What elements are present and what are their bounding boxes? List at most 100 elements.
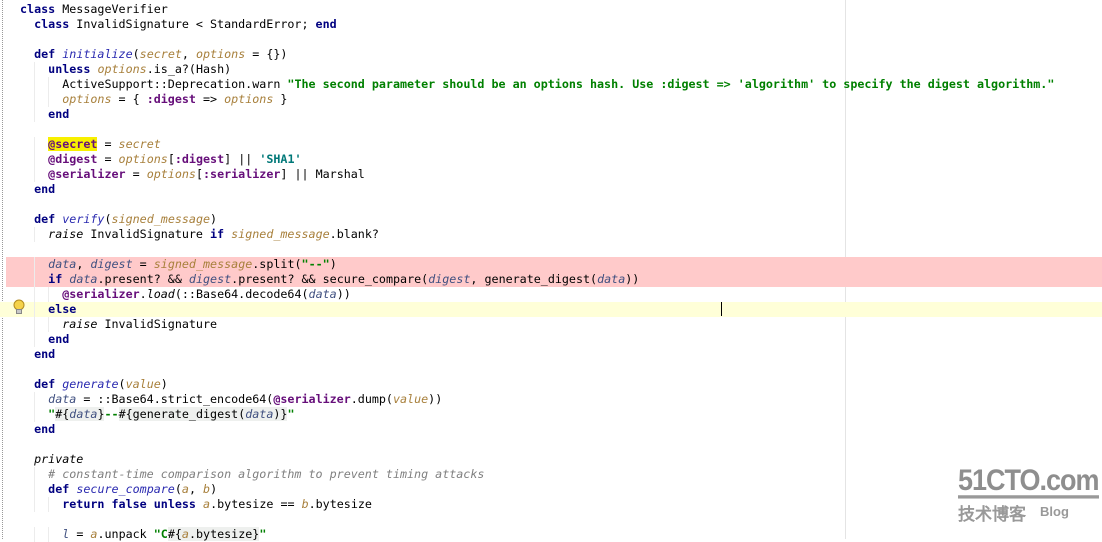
text-caret [721, 302, 722, 316]
code-line[interactable] [0, 197, 1102, 212]
code-token: , generate_digest( [470, 272, 598, 286]
indent-guide [48, 77, 49, 92]
code-token: value [392, 392, 429, 406]
code-line[interactable] [0, 512, 1102, 527]
code-line[interactable]: # constant-time comparison algorithm to … [0, 467, 1102, 482]
code-line[interactable]: private [0, 452, 1102, 467]
code-token: " [287, 407, 295, 421]
indent-guide [34, 287, 35, 302]
lightbulb-icon[interactable] [12, 299, 26, 315]
code-token: = [132, 257, 154, 271]
code-token: def [34, 212, 56, 226]
code-token: :serializer [203, 167, 281, 181]
indent-guide [34, 527, 35, 542]
watermark-logo: 51CTO.com 技术博客 Blog [958, 464, 1100, 525]
code-line[interactable]: @serializer.load(::Base64.decode64(data)… [0, 287, 1102, 302]
code-line[interactable]: end [0, 422, 1102, 437]
code-line[interactable]: end [0, 332, 1102, 347]
code-line[interactable]: return false unless a.bytesize == b.byte… [0, 497, 1102, 512]
indent-guide [34, 302, 35, 317]
code-token: ActiveSupport::Deprecation.warn [62, 77, 288, 91]
code-token: value [125, 377, 161, 391]
code-token: @digest [48, 152, 98, 166]
code-line[interactable]: unless options.is_a?(Hash) [0, 62, 1102, 77]
watermark-sub: 技术博客 [958, 505, 1026, 525]
code-token: class [20, 2, 56, 16]
code-line[interactable]: "#{data}--#{generate_digest(data)}" [0, 407, 1102, 422]
code-token: unless [153, 497, 196, 511]
code-line[interactable]: end [0, 182, 1102, 197]
indent-guide [34, 167, 35, 182]
code-token: if [210, 227, 225, 241]
code-token: digest [90, 257, 133, 271]
code-token: ( [104, 212, 112, 226]
indent-guide [34, 332, 35, 347]
code-line[interactable]: class MessageVerifier [0, 2, 1102, 17]
indent-guide [34, 227, 35, 242]
code-line[interactable]: class InvalidSignature < StandardError; … [0, 17, 1102, 32]
code-line[interactable] [0, 437, 1102, 452]
code-token: false [111, 497, 147, 511]
code-token: .dump( [350, 392, 393, 406]
code-token: (::Base64.decode64( [174, 287, 309, 301]
code-line[interactable]: raise InvalidSignature if signed_message… [0, 227, 1102, 242]
code-token: InvalidSignature [97, 317, 218, 331]
code-token: .is_a?(Hash) [146, 62, 232, 76]
code-line[interactable]: @secret = secret [0, 137, 1102, 152]
code-line[interactable]: ActiveSupport::Deprecation.warn "The sec… [0, 77, 1102, 92]
code-line[interactable] [0, 32, 1102, 47]
code-line[interactable]: raise InvalidSignature [0, 317, 1102, 332]
code-token: signed_message [231, 227, 330, 241]
code-line[interactable]: @digest = options[:digest] || 'SHA1' [0, 152, 1102, 167]
code-token: end [315, 17, 337, 31]
code-line[interactable]: data, digest = signed_message.split("--"… [6, 257, 1102, 272]
code-line[interactable] [0, 122, 1102, 137]
code-token: options [195, 47, 246, 61]
code-editor[interactable]: class MessageVerifier class InvalidSigna… [0, 2, 1102, 542]
indent-guide [48, 527, 49, 542]
code-token: options [118, 152, 168, 166]
code-token: ) [329, 257, 337, 271]
code-token: #{ [55, 407, 70, 421]
indent-guide [34, 482, 35, 497]
code-line[interactable]: if data.present? && digest.present? && s… [6, 272, 1102, 287]
code-line[interactable]: else [0, 302, 1102, 317]
code-line[interactable]: options = { :digest => options } [0, 92, 1102, 107]
code-line[interactable] [0, 242, 1102, 257]
code-token: signed_message [111, 212, 211, 226]
code-token: ) [160, 377, 168, 391]
code-token: , [181, 47, 196, 61]
code-token: verify [62, 212, 105, 226]
code-line[interactable]: def verify(signed_message) [0, 212, 1102, 227]
code-line[interactable]: l = a.unpack "C#{a.bytesize}" [0, 527, 1102, 542]
code-line[interactable]: end [0, 347, 1102, 362]
code-token: ) [210, 212, 218, 226]
code-line[interactable]: def generate(value) [0, 377, 1102, 392]
code-token: class [34, 17, 70, 31]
code-line[interactable]: def initialize(secret, options = {}) [0, 47, 1102, 62]
watermark-main: 51CTO.com [958, 464, 1100, 499]
code-token: end [34, 182, 56, 196]
code-line[interactable]: data = ::Base64.strict_encode64(@seriali… [0, 392, 1102, 407]
code-token: .blank? [329, 227, 379, 241]
indent-guide [48, 287, 49, 302]
code-line[interactable]: def secure_compare(a, b) [0, 482, 1102, 497]
code-line[interactable]: end [0, 107, 1102, 122]
code-token: digest [428, 272, 471, 286]
code-token: if [48, 272, 63, 286]
code-token: raise [62, 317, 98, 331]
code-token: def [34, 47, 56, 61]
code-line[interactable] [0, 362, 1102, 377]
code-token: signed_message [153, 257, 253, 271]
indent-guide [34, 257, 35, 272]
code-token: .present? && secure_compare( [231, 272, 429, 286]
code-token: -- [104, 407, 119, 421]
indent-guide [34, 272, 35, 287]
indent-guide [34, 497, 35, 512]
indent-guide [34, 107, 35, 122]
code-line[interactable]: @serializer = options[:serializer] || Ma… [0, 167, 1102, 182]
indent-guide [34, 92, 35, 107]
code-token: = [97, 137, 119, 151]
